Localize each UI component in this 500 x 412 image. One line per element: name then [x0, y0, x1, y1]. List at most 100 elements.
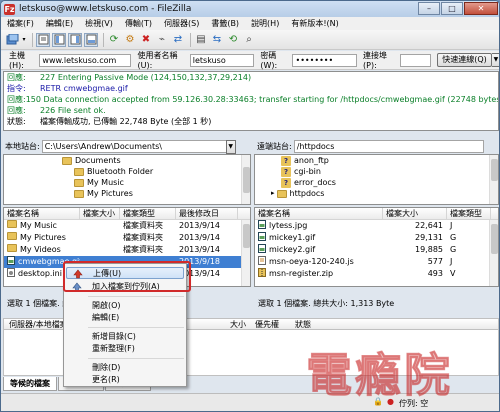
search-icon[interactable]: ⌕	[242, 33, 256, 47]
file-row[interactable]: mickey1.gif 29,131 G	[255, 232, 498, 244]
remote-path-input[interactable]: /httpdocs	[293, 140, 484, 153]
file-row[interactable]: msn-oeya-120-240.js 577 J	[255, 256, 498, 268]
expand-icon[interactable]: ▸	[271, 188, 275, 199]
column-header-name[interactable]: 檔案名稱	[4, 208, 80, 219]
log-line: 回應: 150 Data connection accepted from 59.…	[7, 95, 498, 104]
menu-bar: 檔案(F) 編輯(E) 檢視(V) 傳輸(T) 伺服器(S) 書籤(B) 說明(…	[1, 17, 499, 30]
script-file-icon	[258, 256, 266, 265]
file-row[interactable]: msn-register.zip 493 V	[255, 268, 498, 280]
disconnect-icon[interactable]: ⌁	[155, 33, 169, 47]
folder-icon	[74, 167, 84, 176]
cancel-icon[interactable]: ✖	[139, 33, 153, 47]
local-site-bar: 本地站台: C:\Users\Andrew\Documents\ ▼	[5, 139, 249, 154]
toggle-queue-icon[interactable]	[84, 32, 98, 47]
menu-help[interactable]: 說明(H)	[245, 17, 285, 30]
local-site-label: 本地站台:	[5, 142, 40, 151]
password-input[interactable]: ••••••••	[292, 53, 358, 67]
remote-tree-scrollbar[interactable]	[489, 155, 498, 204]
toggle-local-tree-icon[interactable]	[52, 32, 66, 47]
password-label: 密碼(W):	[260, 51, 278, 70]
tree-item[interactable]: My Pictures	[4, 188, 250, 199]
menu-item-new-directory[interactable]: 新增目錄(C)	[66, 331, 184, 343]
local-tree-scrollbar[interactable]	[241, 155, 250, 204]
sync-browse-icon[interactable]: ⟲	[226, 33, 240, 47]
menu-item-rename[interactable]: 更名(R)	[66, 374, 184, 386]
menu-item-delete[interactable]: 刪除(D)	[66, 362, 184, 374]
compare-icon[interactable]: ⇆	[210, 33, 224, 47]
toolbar-separator	[32, 32, 33, 47]
file-row[interactable]: lytess.jpg 22,641 J	[255, 220, 498, 232]
menu-transfer[interactable]: 傳輸(T)	[119, 17, 158, 30]
tree-item[interactable]: ? anon_ftp	[255, 155, 498, 166]
file-row[interactable]: My Videos 檔案資料夾 2013/9/14	[4, 244, 250, 256]
maximize-button[interactable]: □	[441, 2, 463, 15]
menu-item-open[interactable]: 開啟(O)	[66, 300, 184, 312]
tree-item[interactable]: My Music	[4, 177, 250, 188]
zip-file-icon	[258, 268, 266, 277]
column-header-name[interactable]: 檔案名稱	[255, 208, 383, 219]
queue-column-priority[interactable]: 優先權	[250, 319, 290, 329]
remote-file-scrollbar[interactable]	[489, 220, 498, 286]
menu-item-refresh[interactable]: 重新整理(F)	[66, 343, 184, 355]
title-bar[interactable]: Fz letskuso@www.letskuso.com - FileZilla…	[1, 1, 499, 17]
remote-file-list-header: 檔案名稱 檔案大小 檔案類型	[255, 208, 498, 220]
log-line: 指令: RETR cmwebgmae.gif	[7, 84, 128, 93]
tree-item[interactable]: ▸ httpdocs	[255, 188, 498, 199]
remote-directory-tree[interactable]: ? anon_ftp ? cgi-bin ? error_docs ▸ httpdocs	[254, 154, 499, 205]
menu-new-version[interactable]: 有新版本!(N)	[285, 17, 344, 30]
column-header-type[interactable]: 檔案類型	[120, 208, 176, 219]
local-path-dropdown-icon[interactable]: ▼	[225, 139, 236, 154]
unknown-folder-icon: ?	[281, 166, 291, 177]
menu-file[interactable]: 檔案(F)	[1, 17, 40, 30]
log-line: 狀態: 檔案傳輸成功, 已傳輸 22,748 Byte (全部 1 秒)	[7, 117, 212, 126]
message-log[interactable]: 回應: 227 Entering Passive Mode (124,150,13…	[3, 71, 499, 131]
close-button[interactable]: ✕	[464, 2, 498, 15]
toggle-remote-tree-icon[interactable]	[68, 32, 82, 47]
host-input[interactable]: www.letskuso.com	[39, 53, 132, 67]
column-header-type[interactable]: 檔案類型	[447, 208, 491, 219]
folder-icon	[74, 178, 84, 187]
menu-bookmarks[interactable]: 書籤(B)	[205, 17, 245, 30]
menu-edit[interactable]: 編輯(E)	[40, 17, 79, 30]
window-title: letskuso@www.letskuso.com - FileZilla	[19, 4, 192, 14]
menu-server[interactable]: 伺服器(S)	[158, 17, 205, 30]
process-queue-icon[interactable]: ⚙	[123, 33, 137, 47]
tree-item[interactable]: ? cgi-bin	[255, 166, 498, 177]
quickconnect-bar: 主機(H): www.letskuso.com 使用者名稱(U): letsku…	[1, 51, 499, 70]
username-input[interactable]: letskuso	[189, 53, 255, 67]
remote-file-list[interactable]: 檔案名稱 檔案大小 檔案類型 lytess.jpg 22,641 J micke…	[254, 207, 499, 287]
menu-item-edit[interactable]: 編輯(E)	[66, 312, 184, 324]
tab-queued-files[interactable]: 等候的檔案	[3, 377, 57, 391]
reconnect-icon[interactable]: ⇄	[171, 33, 185, 47]
tree-item[interactable]: Bluetooth Folder	[4, 166, 250, 177]
column-header-size[interactable]: 檔案大小	[383, 208, 447, 219]
column-header-size[interactable]: 檔案大小	[80, 208, 120, 219]
filter-icon[interactable]: ▤	[194, 33, 208, 47]
unknown-folder-icon: ?	[281, 177, 291, 188]
queue-column-status[interactable]: 狀態	[290, 319, 350, 329]
local-file-scrollbar[interactable]	[241, 220, 250, 286]
file-row[interactable]: My Music 檔案資料夾 2013/9/14	[4, 220, 250, 232]
username-label: 使用者名稱(U):	[137, 51, 178, 70]
toolbar-separator	[190, 32, 191, 47]
tree-item[interactable]: ? error_docs	[255, 177, 498, 188]
menu-view[interactable]: 檢視(V)	[79, 17, 119, 30]
site-manager-icon[interactable]	[5, 33, 19, 47]
folder-icon	[74, 189, 84, 198]
tree-item[interactable]: Documents	[4, 155, 250, 166]
port-label: 連接埠(P):	[363, 51, 388, 70]
folder-icon	[276, 189, 287, 198]
quickconnect-dropdown-icon[interactable]: ▼	[491, 53, 499, 67]
column-header-date[interactable]: 最後修改日	[176, 208, 238, 219]
port-input[interactable]	[399, 53, 432, 67]
quickconnect-button[interactable]: 快速連線(Q)	[437, 53, 492, 67]
local-path-input[interactable]: C:\Users\Andrew\Documents\	[41, 140, 228, 153]
minimize-button[interactable]: –	[418, 2, 440, 15]
toggle-log-icon[interactable]	[36, 32, 50, 47]
dropdown-arrow-icon[interactable]: ▾	[21, 33, 27, 47]
local-directory-tree[interactable]: Documents Bluetooth Folder My Music My P…	[3, 154, 251, 205]
file-row[interactable]: My Pictures 檔案資料夾 2013/9/14	[4, 232, 250, 244]
refresh-icon[interactable]: ⟳	[107, 33, 121, 47]
annotation-highlight-box	[63, 261, 191, 292]
file-row[interactable]: mickey2.gif 19,885 G	[255, 244, 498, 256]
